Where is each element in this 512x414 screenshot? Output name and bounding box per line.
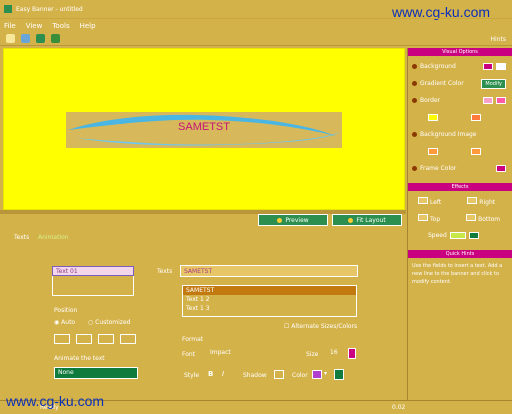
visual-options-header: Visual Options <box>408 48 512 56</box>
banner-text: SAMETST <box>178 121 230 133</box>
row-background-image[interactable]: Background Image <box>408 126 512 143</box>
font-select[interactable]: Impact <box>210 349 276 359</box>
text-label: Texts <box>157 268 173 275</box>
text-list[interactable]: SAMETST Text 1 2 Text 1 3 <box>182 285 357 317</box>
position-stepper-h[interactable] <box>120 334 136 344</box>
style-label: Style <box>184 372 200 379</box>
window-title: Easy Banner - untitled <box>16 5 83 13</box>
border-color-swatch-2[interactable] <box>496 97 506 104</box>
tab-animation[interactable]: Animation <box>38 234 69 241</box>
position-label: Position <box>54 307 78 314</box>
image-color-2[interactable] <box>471 148 481 155</box>
preview-button[interactable]: Preview <box>258 214 328 226</box>
row-gradient[interactable]: Gradient Color Modify <box>408 75 512 92</box>
text-name-input[interactable]: Text 01 <box>52 266 134 276</box>
speed-stepper[interactable] <box>468 232 479 239</box>
bullet-icon <box>412 98 417 103</box>
effects-row-1: Left Right <box>408 193 512 210</box>
font-label: Font <box>182 351 196 358</box>
row-frame[interactable]: Frame Color <box>408 160 512 177</box>
border-color-swatch[interactable] <box>483 97 493 104</box>
bullet-icon <box>412 166 417 171</box>
position-stepper-x[interactable] <box>54 334 70 344</box>
name-dropdown-frame <box>52 276 134 296</box>
background-label: Background <box>420 63 456 70</box>
hint-text: Use the fields to insert a text. Add a n… <box>412 263 503 285</box>
shadow-label: Shadow <box>243 372 267 379</box>
effect-bottom[interactable]: Bottom <box>466 214 500 223</box>
speed-label: Speed <box>428 232 447 239</box>
menu-file[interactable]: File <box>4 22 16 30</box>
image-color-1[interactable] <box>428 148 438 155</box>
row-border-swatches <box>408 109 512 126</box>
background-image-label: Background Image <box>420 131 477 138</box>
bold-icon[interactable]: B <box>208 370 213 378</box>
list-item[interactable]: Text 1 2 <box>183 295 356 304</box>
size-label: Size <box>306 351 319 358</box>
effect-left[interactable]: Left <box>418 197 441 206</box>
gradient-label: Gradient Color <box>420 80 464 87</box>
right-panel: Visual Options Background Gradient Color… <box>407 48 512 414</box>
shadow-swatch[interactable] <box>274 370 284 379</box>
preview-icon <box>277 217 283 223</box>
row-background[interactable]: Background <box>408 58 512 75</box>
menu-bar: File View Tools Help <box>0 18 512 32</box>
list-item[interactable]: SAMETST <box>183 286 356 295</box>
modify-button[interactable]: Modify <box>481 78 506 89</box>
status-right: 0.02 <box>392 404 406 411</box>
color-label: Color <box>292 372 308 379</box>
position-stepper-y[interactable] <box>76 334 92 344</box>
border-outer-swatch[interactable] <box>471 114 481 121</box>
position-auto-radio[interactable]: ◉ Auto <box>54 319 75 326</box>
position-custom-radio[interactable]: ○ Customized <box>88 319 130 326</box>
effects-row-2: Top Bottom <box>408 210 512 227</box>
speed-swatch[interactable] <box>449 232 466 239</box>
speed-row: Speed <box>408 227 512 244</box>
watermark-bottom: www.cg-ku.com <box>6 393 105 409</box>
background-color-picker[interactable] <box>496 63 506 70</box>
chevron-down-icon[interactable]: ▾ <box>324 370 327 377</box>
frame-label: Frame Color <box>420 165 457 172</box>
bullet-icon <box>412 132 417 137</box>
save-icon[interactable] <box>36 34 45 43</box>
text-value-input[interactable]: SAMETST <box>180 265 358 277</box>
fit-layout-button[interactable]: Fit Layout <box>332 214 402 226</box>
list-item[interactable]: Text 1 3 <box>183 304 356 313</box>
bullet-icon <box>412 64 417 69</box>
size-stepper-icon[interactable] <box>348 348 356 359</box>
border-inner-swatch[interactable] <box>428 114 438 121</box>
menu-tools[interactable]: Tools <box>52 22 69 30</box>
menu-view[interactable]: View <box>26 22 43 30</box>
tab-texts[interactable]: Texts <box>14 234 29 241</box>
color-picker-button[interactable] <box>334 369 344 380</box>
animate-label: Animate the text <box>54 355 105 362</box>
row-image-swatches <box>408 143 512 160</box>
new-icon[interactable] <box>6 34 15 43</box>
italic-icon[interactable]: I <box>222 370 224 378</box>
border-label: Border <box>420 97 441 104</box>
toolbar <box>0 32 512 46</box>
hints-label[interactable]: Hints <box>491 36 506 43</box>
export-icon[interactable] <box>51 34 60 43</box>
bullet-icon <box>412 81 417 86</box>
text-color-swatch[interactable] <box>312 370 322 379</box>
position-stepper-w[interactable] <box>98 334 114 344</box>
effect-right[interactable]: Right <box>467 197 495 206</box>
size-input[interactable]: 16 <box>330 349 346 359</box>
fit-icon <box>348 217 354 223</box>
row-border[interactable]: Border <box>408 92 512 109</box>
animate-select[interactable]: None <box>54 367 138 379</box>
format-label: Format <box>182 336 204 343</box>
open-icon[interactable] <box>21 34 30 43</box>
quick-hints-header: Quick Hints <box>408 250 512 258</box>
menu-help[interactable]: Help <box>80 22 96 30</box>
effect-top[interactable]: Top <box>418 214 440 223</box>
frame-color-swatch[interactable] <box>496 165 506 172</box>
app-icon <box>4 5 12 13</box>
background-color-swatch[interactable] <box>483 63 493 70</box>
effects-header: Effects <box>408 183 512 191</box>
alternate-checkbox[interactable]: ☐ Alternate Sizes/Colors <box>284 323 357 330</box>
